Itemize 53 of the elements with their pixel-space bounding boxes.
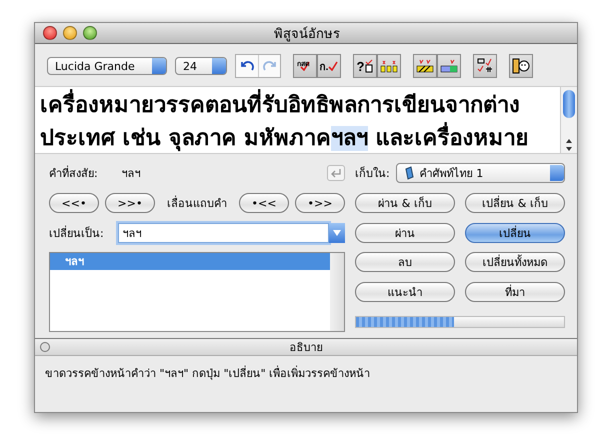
action-button[interactable]: ผ่าน & เก็บ: [355, 193, 455, 213]
action-button[interactable]: เปลี่ยน & เก็บ: [465, 193, 565, 213]
action-button[interactable]: เปลี่ยนทั้งหมด: [465, 252, 565, 272]
scroll-up-icon: [565, 137, 573, 145]
drawer-title: อธิบาย: [288, 340, 324, 356]
toolbar-button[interactable]: [413, 54, 437, 78]
face-icon: [512, 58, 530, 74]
redo-icon: [262, 60, 276, 72]
document-text-line: เครื่องหมายวรรคตอนที่รับอิทธิพลการเขียนจากต่าง: [40, 89, 560, 122]
scroll-down-icon: [565, 145, 573, 153]
navigation-button[interactable]: •<<: [239, 193, 289, 213]
zoom-button[interactable]: [83, 26, 97, 40]
toolbar-button[interactable]: [473, 54, 497, 78]
scrollbar[interactable]: [560, 87, 577, 153]
action-button[interactable]: แนะนำ: [355, 282, 455, 302]
dropdown-button[interactable]: [329, 223, 345, 243]
close-button[interactable]: [43, 26, 57, 40]
list-scrollbar[interactable]: [330, 253, 344, 331]
undo-icon: [240, 60, 254, 72]
field-label: คำที่สงสัย:: [49, 164, 98, 182]
action-button[interactable]: ที่มา: [465, 282, 565, 302]
action-button[interactable]: ผ่าน: [355, 223, 455, 243]
field-label: เปลี่ยนเป็น:: [49, 224, 104, 242]
navigation-button[interactable]: <<•: [49, 193, 99, 213]
size-popup[interactable]: 24: [175, 57, 227, 75]
dropdown-arrow-icon: [333, 230, 341, 236]
navigation-button[interactable]: >>•: [105, 193, 155, 213]
colored-bar-icon: [440, 59, 458, 73]
action-button[interactable]: ลบ: [355, 252, 455, 272]
navigation-button[interactable]: •>>: [295, 193, 345, 213]
dictionary-popup[interactable]: คำศัพท์ไทย 1: [396, 163, 565, 183]
doubtful-word: ฯลฯ: [122, 166, 141, 182]
document-text-line: ประเทศ เช่น จุลภาค มหัพภาคฯลฯ และเครื่องหมาย: [40, 122, 560, 153]
blocks-icon: [380, 59, 398, 73]
check-mark-icon: [328, 61, 338, 71]
undo-button[interactable]: [236, 55, 258, 77]
toolbar-button[interactable]: ก.: [317, 54, 341, 78]
box-check-icon: [365, 59, 374, 73]
book-icon: [404, 166, 414, 180]
toolbar-button[interactable]: [509, 54, 533, 78]
compare-icon: [477, 58, 493, 74]
toolbar-button[interactable]: ?: [353, 54, 377, 78]
replacement-field[interactable]: ฯลฯ: [118, 223, 329, 243]
minimize-button[interactable]: [63, 26, 77, 40]
font-popup[interactable]: Lucida Grande: [47, 57, 167, 75]
striped-bar-icon: [416, 59, 434, 73]
window-title: พิสูจน์อักษร: [273, 26, 341, 44]
drawer-toggle-button[interactable]: [40, 342, 50, 352]
field-label: เก็บใน:: [355, 165, 390, 182]
return-arrow-icon: [330, 168, 342, 178]
description-text: ขาดวรรคข้างหน้าคำว่า "ฯลฯ" กดปุ่ม "เปลี่ยน" เพื่อเพิ่มวรรคข้างหน้า: [44, 364, 372, 382]
action-button[interactable]: เปลี่ยน: [465, 223, 565, 243]
field-label: เลื่อนแถบคำ: [167, 194, 227, 212]
